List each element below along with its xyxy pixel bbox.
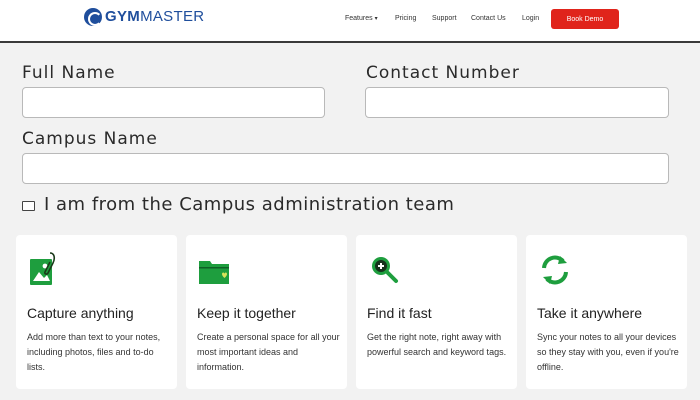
folder-heart-icon	[198, 251, 229, 287]
contact-number-field[interactable]	[365, 87, 669, 118]
logo-mark-icon	[84, 8, 102, 26]
logo-text: GYMMASTER	[105, 8, 204, 26]
nav-login[interactable]: Login	[522, 14, 539, 24]
feature-title: Keep it together	[197, 305, 296, 321]
feature-card-capture: Capture anything Add more than text to y…	[16, 235, 177, 389]
nav-contact-us[interactable]: Contact Us	[471, 14, 506, 24]
feature-card-find: Find it fast Get the right note, right a…	[356, 235, 517, 389]
campus-admin-checkbox[interactable]	[22, 201, 35, 211]
gymmaster-logo[interactable]: GYMMASTER	[84, 8, 204, 26]
feature-title: Find it fast	[367, 305, 432, 321]
feature-card-keep: Keep it together Create a personal space…	[186, 235, 347, 389]
campus-admin-checkbox-label[interactable]: I am from the Campus administration team	[44, 194, 454, 216]
campus-name-field[interactable]	[22, 153, 669, 184]
nav-support[interactable]: Support	[432, 14, 457, 24]
feature-card-take: Take it anywhere Sync your notes to all …	[526, 235, 687, 389]
book-demo-button[interactable]: Book Demo	[551, 9, 619, 29]
sync-icon	[538, 251, 568, 287]
logo-master-text: MASTER	[140, 8, 205, 25]
feature-description: Get the right note, right away with powe…	[367, 332, 507, 357]
image-clip-icon	[28, 251, 58, 287]
feature-title: Capture anything	[27, 305, 134, 321]
search-plus-icon	[368, 251, 398, 287]
nav-features-label: Features	[345, 15, 373, 22]
full-name-field[interactable]	[22, 87, 325, 118]
nav-features[interactable]: Features ▾	[345, 14, 378, 24]
feature-title: Take it anywhere	[537, 305, 643, 321]
full-name-label: Full Name	[22, 63, 116, 83]
top-navbar: GYMMASTER Features ▾ Pricing Support Cont…	[0, 0, 700, 43]
contact-number-label: Contact Number	[366, 63, 520, 83]
feature-description: Sync your notes to all your devices so t…	[537, 332, 679, 372]
feature-description: Add more than text to your notes, includ…	[27, 332, 161, 372]
feature-description: Create a personal space for all your mos…	[197, 332, 340, 372]
logo-gym-text: GYM	[105, 8, 141, 25]
campus-name-label: Campus Name	[22, 129, 158, 149]
caret-down-icon: ▾	[374, 16, 378, 22]
nav-pricing[interactable]: Pricing	[395, 14, 416, 24]
